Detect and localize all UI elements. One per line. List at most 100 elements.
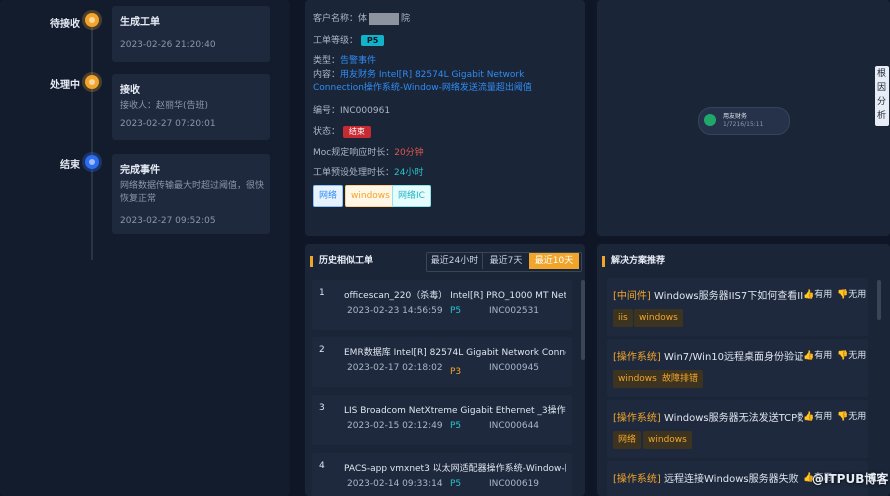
timeline-line — [91, 20, 93, 260]
status-badge: 结束 — [342, 126, 371, 138]
solution-tag[interactable]: windows — [634, 309, 683, 327]
event-time: 2023-02-27 09:52:05 — [120, 216, 216, 226]
useful-button[interactable]: 👍有用 — [803, 409, 832, 422]
node-status-icon — [704, 114, 716, 126]
thumbs-down-icon: 👎 — [837, 290, 849, 300]
history-item-number: INC000619 — [489, 479, 540, 489]
event-title: 生成工单 — [120, 17, 160, 28]
number-value: INC000961 — [340, 106, 391, 116]
event-time: 2023-02-26 21:20:40 — [120, 40, 216, 50]
useful-button[interactable]: 👍有用 — [803, 287, 832, 300]
history-item-date: 2023-02-15 02:12:49 — [347, 421, 443, 431]
solution-title: [中间件] Windows服务器IIS7下如何查看IIS日志 — [613, 287, 803, 302]
solution-tag[interactable]: 网络 — [613, 431, 642, 449]
solution-item[interactable]: [操作系统] Windows服务器无法发送TCP数据包 👍有用 👎无用 网络 w… — [607, 400, 868, 458]
watermark: @ITPUB博客 — [812, 472, 889, 486]
thumbs-up-icon: 👍 — [803, 412, 815, 422]
useless-label: 无用 — [848, 351, 867, 361]
history-item[interactable]: 2 EMR数据库 Intel[R] 82574L Gigabit Network… — [312, 337, 572, 387]
solution-item[interactable]: [中间件] Windows服务器IIS7下如何查看IIS日志 👍有用 👎无用 i… — [607, 278, 868, 336]
event-received: 接收 接收人：赵丽华(告班) 2023-02-27 07:20:01 — [112, 74, 270, 140]
level-badge: P5 — [360, 35, 385, 46]
chip-windows[interactable]: windows — [345, 185, 396, 207]
solution-tag[interactable]: windows — [613, 370, 662, 388]
solution-item[interactable]: [操作系统] Win7/Win10远程桌面身份验证错误 👍有用 👎无用 wind… — [607, 339, 868, 397]
event-completed: 完成事件 网络数据传输最大时超过阈值，很快恢复正常 2023-02-27 09:… — [112, 154, 270, 234]
history-item-title: LIS Broadcom NetXtreme Gigabit Ethernet … — [344, 406, 566, 416]
root-cause-button[interactable]: 根因分析 — [875, 66, 889, 126]
solution-tag[interactable]: iis — [613, 309, 633, 327]
solution-title: [操作系统] Windows服务器无法发送TCP数据包 — [613, 409, 803, 424]
event-time: 2023-02-27 07:20:01 — [120, 119, 216, 129]
history-index: 2 — [319, 345, 325, 355]
chip-network[interactable]: 网络 — [313, 185, 344, 207]
moc-value: 20分钟 — [394, 148, 424, 158]
node-time: 1/7216/15:11 — [723, 121, 764, 128]
history-scrollbar[interactable] — [581, 280, 585, 360]
status-label: 状态： — [313, 127, 341, 137]
type-label: 类型： — [313, 56, 341, 66]
solution-text: Windows服务器IIS7下如何查看IIS日志 — [654, 291, 803, 302]
topology-node[interactable]: 用友财务 1/7216/15:11 — [698, 107, 790, 135]
customer-label: 客户名称： — [313, 14, 359, 24]
stage-done-dot — [85, 155, 99, 169]
event-created: 生成工单 2023-02-26 21:20:40 — [112, 6, 270, 62]
history-item[interactable]: 3 LIS Broadcom NetXtreme Gigabit Etherne… — [312, 395, 572, 445]
type-row: 类型：告警事件 — [313, 53, 376, 66]
solution-category: [操作系统] — [613, 413, 661, 424]
history-item[interactable]: 4 PACS-app vmxnet3 以太网适配器操作系统-Window-网络发… — [312, 453, 572, 496]
number-row: 编号：INC000961 — [313, 103, 390, 116]
history-item-date: 2023-02-23 14:56:59 — [347, 306, 443, 316]
event-title: 完成事件 — [120, 165, 160, 176]
chip-network-ic[interactable]: 网络IC — [392, 185, 431, 207]
tab-10d[interactable]: 最近10天 — [529, 253, 579, 269]
history-title: 历史相似工单 — [310, 256, 373, 267]
history-item-title: EMR数据库 Intel[R] 82574L Gigabit Network C… — [344, 348, 566, 358]
useless-button[interactable]: 👎无用 — [837, 287, 866, 300]
useless-button[interactable]: 👎无用 — [837, 409, 866, 422]
customer-suffix: 院 — [401, 14, 411, 24]
stage-pending: 待接收 — [50, 19, 80, 30]
solution-tag[interactable]: windows — [643, 431, 692, 449]
history-item[interactable]: 1 officescan_220（杀毒） Intel[R] PRO_1000 M… — [312, 280, 572, 330]
tab-7d[interactable]: 最近7天 — [482, 253, 529, 269]
useful-label: 有用 — [814, 290, 833, 300]
content-label: 内容： — [313, 70, 341, 80]
history-item-number: INC000644 — [489, 421, 540, 431]
thumbs-down-icon: 👎 — [837, 412, 849, 422]
event-body: 接收人：赵丽华(告班) — [120, 101, 209, 111]
useful-button[interactable]: 👍有用 — [803, 348, 832, 361]
event-title: 接收 — [120, 85, 140, 96]
history-item-number: INC000945 — [489, 363, 540, 373]
thumbs-up-icon: 👍 — [803, 290, 815, 300]
content-value[interactable]: 用友财务 Intel[R] 82574L Gigabit Network Con… — [313, 70, 532, 93]
stage-pending-dot — [85, 13, 99, 27]
solutions-title: 解决方案推荐 — [602, 256, 665, 267]
solution-title: [操作系统] 远程连接Windows服务器失败 — [613, 470, 803, 485]
history-index: 1 — [319, 288, 325, 298]
content-row: 内容：用友财务 Intel[R] 82574L Gigabit Network … — [313, 69, 575, 95]
useful-label: 有用 — [814, 412, 833, 422]
level-label: 工单等级： — [313, 36, 359, 46]
solution-tag[interactable]: 故障排错 — [657, 370, 704, 388]
solution-category: [操作系统] — [613, 474, 661, 485]
history-item-priority: P5 — [450, 421, 462, 431]
redacted-block — [369, 12, 400, 25]
tab-24h[interactable]: 最近24小时 — [427, 253, 482, 269]
root-cause-label: 根因分析 — [877, 69, 887, 121]
history-item-priority: P5 — [450, 306, 462, 316]
history-index: 4 — [319, 461, 325, 471]
moc-row: Moc规定响应时长：20分钟 — [313, 145, 424, 158]
thumbs-down-icon: 👎 — [837, 351, 849, 361]
solution-category: [中间件] — [613, 291, 651, 302]
useless-label: 无用 — [848, 412, 867, 422]
stage-done: 结束 — [60, 160, 80, 171]
solution-text: Windows服务器无法发送TCP数据包 — [664, 413, 803, 424]
history-item-title: officescan_220（杀毒） Intel[R] PRO_1000 MT … — [344, 291, 566, 301]
useless-button[interactable]: 👎无用 — [837, 348, 866, 361]
customer-row: 客户名称：体 院 — [313, 11, 410, 25]
history-index: 3 — [319, 403, 325, 413]
solutions-scrollbar[interactable] — [877, 280, 881, 320]
status-row: 状态： 结束 — [313, 124, 371, 138]
level-row: 工单等级： P5 — [313, 33, 385, 46]
